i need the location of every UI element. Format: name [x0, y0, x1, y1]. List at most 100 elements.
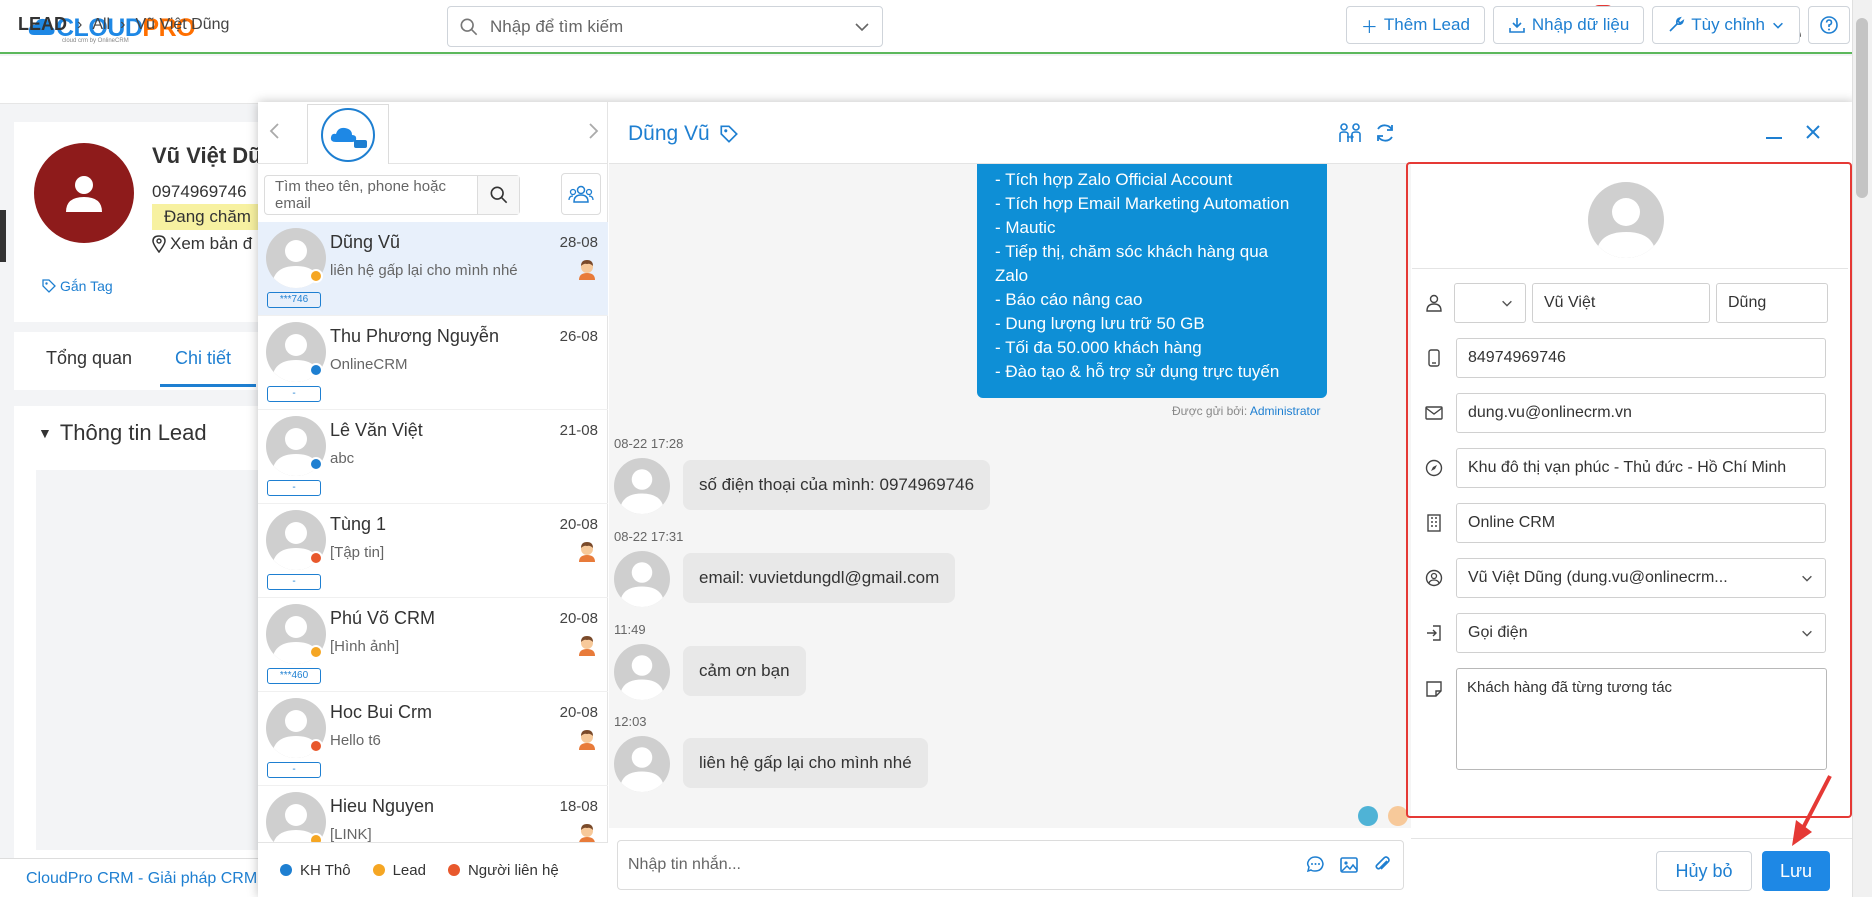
tab-details[interactable]: Chi tiết: [175, 348, 231, 369]
chevron-down-icon: [1502, 300, 1512, 307]
quick-reply-icon[interactable]: [1305, 855, 1325, 875]
sender-avatar: [614, 458, 670, 514]
group-users-button[interactable]: [561, 173, 601, 215]
form-avatar[interactable]: [1588, 182, 1664, 258]
map-pin-icon: [152, 235, 166, 253]
assigned-owner-value: Vũ Việt Dũng (dung.vu@onlinecrm...: [1468, 569, 1728, 586]
chevron-right-icon[interactable]: [588, 122, 600, 140]
lead-info-body: [36, 470, 276, 850]
help-button[interactable]: [1808, 6, 1850, 44]
chevron-right-icon: ›: [120, 15, 126, 33]
breadcrumb-all[interactable]: All: [92, 16, 110, 34]
note-icon: [1424, 679, 1444, 699]
help-icon: [1820, 16, 1838, 34]
conversation-item[interactable]: Hieu Nguyen 18-08 [LINK]: [258, 786, 608, 842]
contact-type-dot: [309, 457, 323, 471]
email-value: dung.vu@onlinecrm.vn: [1468, 404, 1632, 421]
conversation-item[interactable]: Thu Phương Nguyễn 26-08 OnlineCRM -: [258, 316, 608, 410]
contact-name: Lê Văn Việt: [330, 420, 423, 440]
assign-users-icon[interactable]: [1338, 122, 1362, 144]
company-field[interactable]: Online CRM: [1456, 503, 1826, 543]
last-message-preview: abc: [330, 450, 355, 467]
search-icon: [460, 18, 478, 35]
email-field[interactable]: dung.vu@onlinecrm.vn: [1456, 393, 1826, 433]
contact-name: Thu Phương Nguyễn: [330, 326, 499, 346]
user-circle-icon: [1424, 568, 1444, 588]
add-lead-button[interactable]: ＋ Thêm Lead: [1345, 6, 1485, 44]
lead-name: Vũ Việt Dũ: [152, 143, 262, 168]
conversation-search-placeholder: Tìm theo tên, phone hoặc email: [275, 178, 446, 212]
zalo-oa-logo: [321, 107, 375, 162]
breadcrumb-module[interactable]: LEAD: [18, 14, 67, 35]
contact-name: Hieu Nguyen: [330, 796, 435, 816]
user-avatar-icon: [1596, 198, 1656, 258]
sent-by-label: Được gửi bởi:: [1172, 404, 1248, 418]
conversation-item[interactable]: Tùng 1 20-08 [Tập tin] -: [258, 504, 608, 598]
first-name-field[interactable]: Vũ Việt: [1532, 283, 1710, 323]
phone-value: 84974969746: [1468, 349, 1566, 366]
customize-dropdown-button[interactable]: Tùy chỉnh: [1652, 6, 1800, 44]
cancel-button[interactable]: Hủy bỏ: [1656, 851, 1752, 891]
incoming-message-bubble: email: vuvietdungdl@gmail.com: [683, 553, 956, 603]
global-search-input[interactable]: Nhập để tìm kiếm: [447, 6, 883, 47]
breadcrumb: LEAD › All › Vũ Việt Dũng: [18, 14, 229, 35]
building-icon: [1424, 513, 1444, 533]
add-tag-link[interactable]: Gắn Tag: [42, 278, 113, 294]
conversation-item[interactable]: Hoc Bui Crm 20-08 Hello t6-: [258, 692, 608, 786]
conversation-item[interactable]: Dũng Vũ 28-08 liên hệ gấp lại cho mình nhé…: [258, 222, 608, 316]
legend-dot: [372, 864, 385, 876]
tag-icon[interactable]: [720, 125, 738, 143]
company-value: Online CRM: [1468, 514, 1556, 531]
chat-header-actions: [1338, 122, 1396, 144]
outgoing-message-line: - Tiếp thị, chăm sóc khách hàng qua: [995, 242, 1269, 261]
search-button[interactable]: [477, 176, 519, 214]
close-icon[interactable]: [1804, 123, 1822, 141]
view-map-link[interactable]: Xem bản đ: [152, 234, 252, 254]
phone-field[interactable]: 84974969746: [1456, 338, 1826, 378]
oa-account-tab[interactable]: [307, 104, 389, 164]
save-button[interactable]: Lưu: [1762, 851, 1830, 891]
lead-info-section-title[interactable]: ▼ Thông tin Lead: [38, 420, 207, 446]
user-avatar-icon: [66, 176, 102, 212]
legend-item: Lead: [372, 862, 426, 879]
phone-badge: -: [267, 480, 321, 496]
contact-name: Dũng Vũ: [330, 232, 401, 252]
address-field[interactable]: Khu đô thị vạn phúc - Thủ đức - Hồ Chí M…: [1456, 448, 1826, 488]
outgoing-message-line: - Báo cáo nâng cao: [995, 290, 1143, 309]
form-divider: [1412, 268, 1848, 269]
last-name-field[interactable]: Dũng: [1716, 283, 1828, 323]
lead-source-select[interactable]: Gọi điện: [1456, 613, 1826, 653]
conversation-item[interactable]: Phú Võ CRM 20-08 [Hình ảnh] ***460: [258, 598, 608, 692]
red-arrow-annotation: [1792, 775, 1832, 846]
message-timestamp: 11:49: [614, 622, 646, 637]
sent-by-name[interactable]: Administrator: [1250, 404, 1321, 418]
image-upload-icon[interactable]: [1339, 855, 1359, 875]
contact-name: Hoc Bui Crm: [330, 702, 433, 722]
refresh-icon[interactable]: [1374, 122, 1396, 144]
plus-icon: ＋: [1360, 17, 1378, 37]
attachment-icon[interactable]: [1373, 855, 1393, 875]
salutation-select[interactable]: [1454, 283, 1526, 323]
footer-text[interactable]: CloudPro CRM - Giải pháp CRM: [26, 870, 257, 888]
assigned-owner-select[interactable]: Vũ Việt Dũng (dung.vu@onlinecrm...: [1456, 558, 1826, 598]
page-scrollbar-thumb[interactable]: [1856, 18, 1868, 198]
contact-type-dot: [309, 269, 323, 283]
note-textarea[interactable]: Khách hàng đã từng tương tác: [1456, 668, 1827, 770]
chevron-down-icon: [1802, 575, 1812, 582]
person-icon: [1424, 293, 1444, 313]
message-input-placeholder: Nhập tin nhắn...: [628, 856, 741, 873]
search-placeholder: Nhập để tìm kiếm: [490, 16, 624, 36]
add-tag-label: Gắn Tag: [60, 278, 113, 294]
tab-overview[interactable]: Tổng quan: [46, 348, 132, 369]
message-input[interactable]: Nhập tin nhắn...: [617, 840, 1404, 890]
minimize-icon[interactable]: [1764, 122, 1784, 142]
chevron-left-icon[interactable]: [268, 122, 280, 140]
conversation-item[interactable]: Lê Văn Việt 21-08 abc -: [258, 410, 608, 504]
conversation-search-input[interactable]: Tìm theo tên, phone hoặc email: [264, 175, 520, 215]
conversation-date: 20-08: [559, 704, 598, 721]
contact-type-dot: [309, 833, 323, 842]
outgoing-message-line: - Tối đa 50.000 khách hàng: [995, 338, 1202, 357]
active-tab-indicator: [160, 384, 256, 387]
import-data-button[interactable]: Nhập dữ liệu: [1492, 6, 1645, 44]
incoming-message-bubble: cảm ơn bạn: [683, 646, 806, 696]
